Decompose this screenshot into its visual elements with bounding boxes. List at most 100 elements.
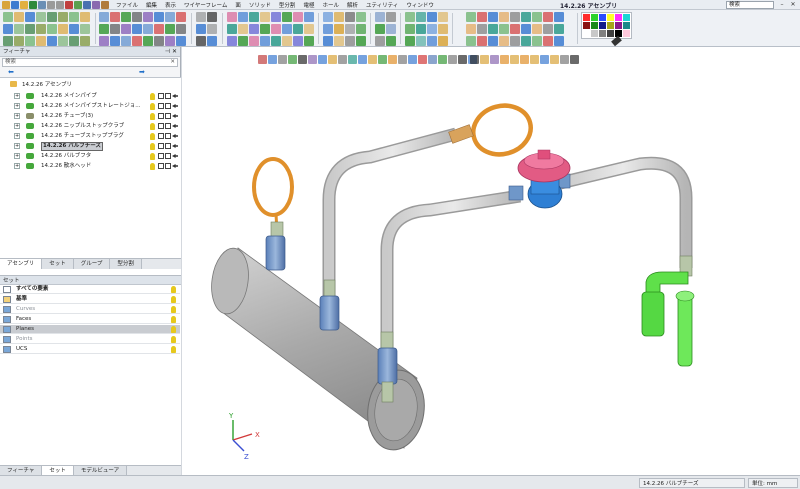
locate-arrow-icon[interactable] (172, 134, 178, 138)
ribbon-tool-icon[interactable] (196, 24, 206, 34)
visibility-bulb-icon[interactable] (171, 296, 176, 303)
ribbon-tool-icon[interactable] (3, 12, 13, 22)
ribbon-tool-icon[interactable] (99, 12, 109, 22)
color-swatch[interactable] (599, 14, 606, 21)
view-tool-icon[interactable] (358, 55, 367, 64)
visibility-bulb-icon[interactable] (150, 163, 155, 170)
ribbon-tool-icon[interactable] (260, 12, 270, 22)
locate-arrow-icon[interactable] (172, 164, 178, 168)
undo-icon[interactable] (47, 0, 55, 9)
expand-icon[interactable]: + (14, 143, 20, 149)
view-tool-icon[interactable] (570, 55, 579, 64)
color-swatch[interactable] (591, 22, 598, 29)
ribbon-tool-icon[interactable] (132, 12, 142, 22)
view-tool-icon[interactable] (258, 55, 267, 64)
ribbon-tool-icon[interactable] (282, 12, 292, 22)
view-tool-icon[interactable] (480, 55, 489, 64)
view-tool-icon[interactable] (520, 55, 529, 64)
ribbon-tool-icon[interactable] (405, 12, 415, 22)
ribbon-tool-icon[interactable] (543, 24, 553, 34)
ribbon-tool-icon[interactable] (438, 24, 448, 34)
ribbon-tool-icon[interactable] (386, 36, 396, 46)
view-tool-icon[interactable] (438, 55, 447, 64)
view-tool-icon[interactable] (298, 55, 307, 64)
visibility-bulb-icon[interactable] (150, 113, 155, 120)
ribbon-tool-icon[interactable] (47, 36, 57, 46)
ribbon-tool-icon[interactable] (69, 36, 79, 46)
ribbon-tool-icon[interactable] (207, 24, 217, 34)
color-swatch[interactable] (591, 30, 598, 37)
ribbon-tool-icon[interactable] (238, 12, 248, 22)
tree-item[interactable]: +14.2.26 チューブ(3) (14, 112, 180, 121)
ribbon-tool-icon[interactable] (416, 36, 426, 46)
ribbon-tool-icon[interactable] (143, 36, 153, 46)
ribbon-tool-icon[interactable] (488, 12, 498, 22)
color-swatch[interactable] (615, 14, 622, 21)
visibility-bulb-icon[interactable] (171, 336, 176, 343)
ribbon-tool-icon[interactable] (25, 24, 35, 34)
ribbon-tool-icon[interactable] (532, 24, 542, 34)
ribbon-tool-icon[interactable] (271, 36, 281, 46)
ribbon-tool-icon[interactable] (58, 24, 68, 34)
ribbon-tool-icon[interactable] (238, 24, 248, 34)
edit-mode-icon[interactable] (165, 113, 171, 119)
regenerate-icon[interactable] (74, 0, 82, 9)
locate-arrow-icon[interactable] (172, 114, 178, 118)
ribbon-tool-icon[interactable] (405, 24, 415, 34)
ribbon-tool-icon[interactable] (58, 36, 68, 46)
color-swatch[interactable] (607, 14, 614, 21)
ribbon-tool-icon[interactable] (69, 12, 79, 22)
ribbon-tool-icon[interactable] (25, 12, 35, 22)
ribbon-tool-icon[interactable] (3, 36, 13, 46)
ribbon-tool-icon[interactable] (499, 12, 509, 22)
ribbon-tool-icon[interactable] (154, 36, 164, 46)
ribbon-tool-icon[interactable] (36, 12, 46, 22)
ribbon-tool-icon[interactable] (165, 36, 175, 46)
ribbon-tool-icon[interactable] (80, 24, 90, 34)
ribbon-tool-icon[interactable] (543, 36, 553, 46)
ribbon-tool-icon[interactable] (143, 24, 153, 34)
view-tool-icon[interactable] (448, 55, 457, 64)
view-tool-icon[interactable] (550, 55, 559, 64)
view-tool-icon[interactable] (268, 55, 277, 64)
ribbon-tool-icon[interactable] (345, 24, 355, 34)
view-tool-icon[interactable] (500, 55, 509, 64)
ribbon-tool-icon[interactable] (427, 24, 437, 34)
ribbon-tool-icon[interactable] (271, 24, 281, 34)
ribbon-tool-icon[interactable] (271, 12, 281, 22)
view-tool-icon[interactable] (490, 55, 499, 64)
menu-view[interactable]: 表示 (161, 1, 180, 9)
tree-item[interactable]: +14.2.26 バルブチーズ (14, 142, 180, 151)
visibility-bulb-icon[interactable] (150, 123, 155, 130)
ribbon-tool-icon[interactable] (466, 36, 476, 46)
minimize-icon[interactable]: – (778, 1, 786, 9)
view-tool-icon[interactable] (278, 55, 287, 64)
set-row[interactable]: Planes (0, 325, 180, 334)
search-input[interactable]: 検索 (726, 1, 774, 9)
visibility-bulb-icon[interactable] (150, 103, 155, 110)
menu-hole[interactable]: ホール (318, 1, 343, 9)
ribbon-tool-icon[interactable] (427, 12, 437, 22)
ribbon-tool-icon[interactable] (416, 24, 426, 34)
ribbon-tool-icon[interactable] (176, 12, 186, 22)
select-icon[interactable] (83, 0, 91, 9)
color-swatch[interactable] (591, 14, 598, 21)
view-tool-icon[interactable] (318, 55, 327, 64)
back-arrow-icon[interactable]: ⬅ (8, 68, 14, 77)
color-swatch[interactable] (607, 22, 614, 29)
display-mode-icon[interactable] (158, 123, 164, 129)
ribbon-tool-icon[interactable] (510, 12, 520, 22)
view-tool-icon[interactable] (338, 55, 347, 64)
delete-icon[interactable] (65, 0, 73, 9)
ribbon-tool-icon[interactable] (334, 24, 344, 34)
ribbon-tool-icon[interactable] (99, 24, 109, 34)
menu-analysis[interactable]: 解析 (343, 1, 362, 9)
visibility-bulb-icon[interactable] (171, 286, 176, 293)
ribbon-tool-icon[interactable] (323, 24, 333, 34)
ribbon-tool-icon[interactable] (356, 12, 366, 22)
expand-icon[interactable]: + (14, 163, 20, 169)
tree-item[interactable]: +14.2.26 散水ヘッド (14, 162, 180, 171)
menu-edit[interactable]: 編集 (142, 1, 161, 9)
menu-wireframe[interactable]: ワイヤーフレーム (180, 1, 231, 9)
ribbon-tool-icon[interactable] (554, 36, 564, 46)
